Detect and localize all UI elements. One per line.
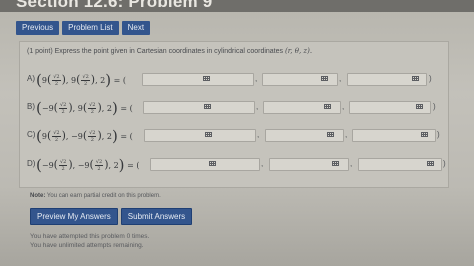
note-text: You can earn partial credit on this prob… [46, 193, 161, 199]
equation-editor-icon[interactable] [332, 161, 339, 166]
page-title: Section 12.6: Problem 9 [16, 0, 213, 11]
theta-answer-input[interactable] [269, 158, 349, 171]
r-answer-input[interactable] [144, 129, 256, 142]
z-answer-input[interactable] [347, 73, 427, 86]
equation-editor-icon[interactable] [324, 104, 331, 109]
problem-statement: (1 point) Express the point given in Car… [27, 47, 312, 55]
part-a-row: A) (9(√2 2), 9(√2 2), 2) = ( , , ) [27, 71, 432, 89]
cartesian-point: (9(√2 2), 9(√2 2), 2) = ( [36, 71, 127, 89]
answer-actions: Preview My Answers Submit Answers [30, 208, 193, 225]
previous-button[interactable]: Previous [16, 21, 60, 35]
theta-answer-input[interactable] [265, 129, 344, 142]
preview-answers-button[interactable]: Preview My Answers [30, 208, 118, 225]
cartesian-point: (9(√2 2), −9(√2 2), 2) = ( [36, 127, 133, 145]
equation-editor-icon[interactable] [412, 76, 419, 81]
coordinate-system: (r, θ, z). [284, 47, 313, 55]
part-c-row: C) (9(√2 2), −9(√2 2), 2) = ( , , ) [27, 127, 440, 145]
part-b-row: B) (−9(√2 2), 9(√2 2), 2) = ( , , ) [27, 99, 436, 117]
r-answer-input[interactable] [143, 101, 255, 114]
r-answer-input[interactable] [150, 158, 260, 171]
part-label: A) [27, 74, 35, 83]
attempts-status: You have attempted this problem 0 times. [30, 233, 150, 240]
remaining-attempts-status: You have unlimited attempts remaining. [30, 242, 144, 249]
page-header: Section 12.6: Problem 9 [0, 0, 474, 12]
submit-answers-button[interactable]: Submit Answers [120, 208, 193, 225]
equation-editor-icon[interactable] [321, 76, 328, 81]
equation-editor-icon[interactable] [203, 76, 210, 81]
part-label: C) [27, 130, 36, 139]
next-button[interactable]: Next [121, 21, 151, 35]
equation-editor-icon[interactable] [327, 132, 334, 137]
problem-navigation: Previous Problem List Next [16, 21, 151, 35]
note-label: Note: [30, 193, 46, 199]
z-answer-input[interactable] [352, 129, 436, 142]
theta-answer-input[interactable] [262, 73, 338, 86]
theta-answer-input[interactable] [263, 101, 341, 114]
part-label: D) [27, 159, 36, 168]
equation-editor-icon[interactable] [421, 132, 428, 137]
equation-editor-icon[interactable] [416, 104, 423, 109]
part-d-row: D) (−9(√2 2), −9(√2 2), 2) = ( , , ) [27, 156, 446, 174]
equation-editor-icon[interactable] [209, 161, 216, 166]
part-label: B) [27, 102, 35, 111]
problem-list-button[interactable]: Problem List [62, 21, 119, 35]
partial-credit-note: Note: You can earn partial credit on thi… [30, 193, 161, 199]
z-answer-input[interactable] [349, 101, 431, 114]
equation-editor-icon[interactable] [427, 161, 434, 166]
z-answer-input[interactable] [358, 158, 442, 171]
equation-editor-icon[interactable] [204, 104, 211, 109]
cartesian-point: (−9(√2 2), 9(√2 2), 2) = ( [36, 99, 133, 117]
cartesian-point: (−9(√2 2), −9(√2 2), 2) = ( [36, 156, 140, 174]
r-answer-input[interactable] [142, 73, 254, 86]
problem-prompt: (1 point) Express the point given in Car… [27, 48, 284, 55]
equation-editor-icon[interactable] [205, 132, 212, 137]
